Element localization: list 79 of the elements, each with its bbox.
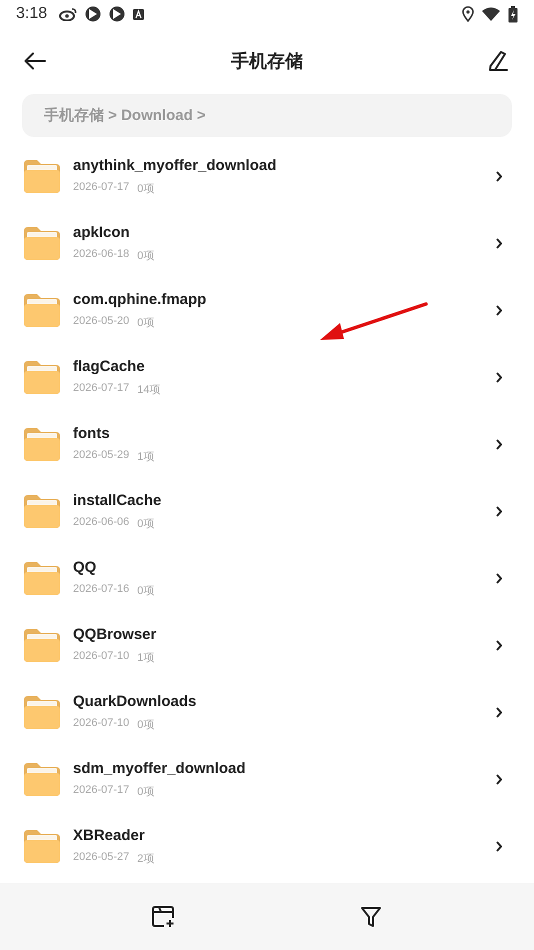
item-count: 0项: [137, 785, 154, 799]
chevron-icon: [496, 841, 502, 852]
chevron-icon: [496, 774, 502, 785]
item-count: 0项: [137, 517, 154, 531]
folder-name: QQ: [73, 559, 98, 576]
folder-name: sdm_myoffer_download: [73, 760, 247, 777]
folder-row[interactable]: XBReader 2026-05-27 2项: [0, 813, 534, 880]
folder-row[interactable]: flagCache 2026-07-17 14项: [0, 344, 534, 411]
folder-row[interactable]: fonts 2026-05-29 1项: [0, 411, 534, 478]
folder-row[interactable]: sdm_myoffer_download 2026-07-17 0项: [0, 746, 534, 813]
new-folder-icon[interactable]: [152, 906, 176, 928]
item-count: 14项: [137, 383, 161, 397]
chevron-icon: [496, 439, 502, 450]
aperture-icon: [85, 6, 102, 22]
folder-date: 2026-06-06: [73, 516, 130, 530]
bird-icon: [59, 7, 78, 21]
folder-date: 2026-07-10: [73, 650, 130, 664]
folder-icon: [24, 696, 60, 729]
folder-name: QuarkDownloads: [73, 693, 198, 710]
item-count: 0项: [137, 182, 154, 196]
folder-row[interactable]: QQBrowser 2026-07-10 1项: [0, 612, 534, 679]
folder-row[interactable]: apkIcon 2026-06-18 0项: [0, 210, 534, 277]
aperture-icon: [109, 6, 126, 22]
folder-name: XBReader: [73, 827, 146, 844]
item-count: 1项: [137, 450, 154, 464]
item-count: 0项: [137, 718, 154, 732]
folder-icon: [24, 361, 60, 394]
page-title: 手机存储: [231, 50, 303, 73]
status-time: 3:18: [16, 5, 48, 23]
folder-name: installCache: [73, 492, 162, 509]
folder-row[interactable]: QQ 2026-07-16 0项: [0, 545, 534, 612]
chevron-icon: [496, 305, 502, 316]
folder-date: 2026-05-29: [73, 449, 130, 463]
folder-name: apkIcon: [73, 224, 131, 241]
folder-date: 2026-05-20: [73, 315, 130, 329]
folder-icon: [24, 160, 60, 193]
folder-icon: [24, 227, 60, 260]
folder-row[interactable]: com.qphine.fmapp 2026-05-20 0项: [0, 277, 534, 344]
folder-icon: [24, 294, 60, 327]
chevron-icon: [496, 640, 502, 651]
folder-name: QQBrowser: [73, 626, 158, 643]
folder-name: flagCache: [73, 358, 146, 375]
filter-icon[interactable]: [360, 906, 382, 928]
folder-icon: [24, 763, 60, 796]
chevron-icon: [496, 707, 502, 718]
folder-date: 2026-06-18: [73, 248, 130, 262]
battery-icon: [508, 6, 518, 22]
chevron-icon: [496, 238, 502, 249]
pen-icon[interactable]: [488, 50, 508, 72]
folder-date: 2026-07-17: [73, 784, 130, 798]
folder-row[interactable]: QuarkDownloads 2026-07-10 0项: [0, 679, 534, 746]
item-count: 1项: [137, 651, 154, 665]
chevron-icon: [496, 573, 502, 584]
folder-icon: [24, 428, 60, 461]
location-icon: [462, 6, 474, 22]
wifi-icon: [482, 7, 500, 21]
folder-date: 2026-07-17: [73, 181, 130, 195]
folder-date: 2026-05-27: [73, 851, 130, 865]
chevron-icon: [496, 372, 502, 383]
chevron-icon: [496, 506, 502, 517]
folder-icon: [24, 830, 60, 863]
folder-name: com.qphine.fmapp: [73, 291, 208, 308]
letter-box-icon: [133, 8, 144, 20]
folder-name: fonts: [73, 425, 111, 442]
folder-row[interactable]: anythink_myoffer_download 2026-07-17 0项: [0, 143, 534, 210]
item-count: 0项: [137, 249, 154, 263]
folder-icon: [24, 629, 60, 662]
folder-date: 2026-07-17: [73, 382, 130, 396]
item-count: 2项: [137, 852, 154, 866]
folder-row[interactable]: installCache 2026-06-06 0项: [0, 478, 534, 545]
folder-icon: [24, 562, 60, 595]
chevron-icon: [496, 171, 502, 182]
back-icon[interactable]: [24, 52, 46, 70]
item-count: 0项: [137, 584, 154, 598]
folder-name: anythink_myoffer_download: [73, 157, 278, 174]
folder-date: 2026-07-10: [73, 717, 130, 731]
item-count: 0项: [137, 316, 154, 330]
folder-date: 2026-07-16: [73, 583, 130, 597]
folder-icon: [24, 495, 60, 528]
